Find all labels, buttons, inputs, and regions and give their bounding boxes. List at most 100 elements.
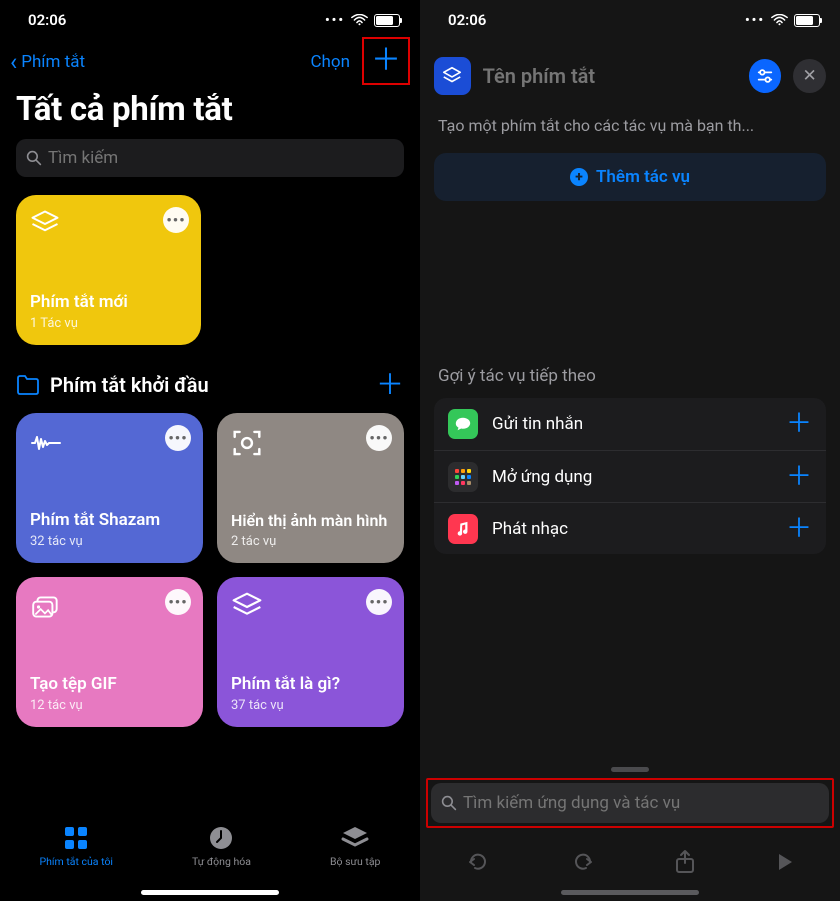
add-shortcut-button[interactable]: ＋ <box>371 46 401 76</box>
phone-left: 02:06 ••• ‹ Phím tắt Chọn ＋ Tất cả phím … <box>0 0 420 901</box>
screenshot-icon <box>231 427 263 459</box>
card-more-button[interactable]: ••• <box>366 589 392 615</box>
share-button[interactable] <box>674 849 696 875</box>
select-button[interactable]: Chọn <box>310 52 350 72</box>
tile-title: Tạo tệp GIF <box>30 674 189 694</box>
close-icon: ✕ <box>803 66 817 86</box>
bottom-sheet <box>420 761 840 901</box>
chevron-left-icon: ‹ <box>10 50 17 74</box>
suggestion-label: Gửi tin nhắn <box>492 414 772 434</box>
home-indicator[interactable] <box>561 890 699 895</box>
waveform-icon <box>30 427 62 459</box>
status-bar: 02:06 ••• <box>420 0 840 40</box>
tab-bar: Phím tắt của tôi Tự động hóa Bộ sưu tập <box>0 815 420 901</box>
shortcut-tile[interactable]: ••• Hiển thị ảnh màn hình 2 tác vụ <box>217 413 404 563</box>
run-button[interactable] <box>775 851 795 873</box>
suggestion-item[interactable]: Gửi tin nhắn ＋ <box>434 398 826 450</box>
action-search-input[interactable] <box>463 793 819 813</box>
more-dots-icon: ••• <box>325 13 345 28</box>
tile-title: Hiển thị ảnh màn hình <box>231 511 390 530</box>
editor-description: Tạo một phím tắt cho các tác vụ mà bạn t… <box>420 104 840 153</box>
editor-nav: ✕ <box>420 48 840 104</box>
card-more-button[interactable]: ••• <box>165 589 191 615</box>
tile-title: Phím tắt là gì? <box>231 674 390 694</box>
card-subtitle: 1 Tác vụ <box>30 316 187 331</box>
folder-header[interactable]: Phím tắt khởi đầu ＋ <box>16 371 404 399</box>
undo-button[interactable] <box>465 850 491 874</box>
tab-label: Phím tắt của tôi <box>40 855 113 868</box>
tile-subtitle: 2 tác vụ <box>231 534 390 549</box>
action-search-field[interactable] <box>431 783 829 823</box>
folder-add-button[interactable]: ＋ <box>376 371 404 399</box>
suggestions-title: Gợi ý tác vụ tiếp theo <box>420 366 840 398</box>
settings-button[interactable] <box>749 59 782 93</box>
stack-icon <box>340 825 370 851</box>
add-action-label: Thêm tác vụ <box>596 167 690 187</box>
shortcut-name-input[interactable] <box>483 64 737 88</box>
tile-subtitle: 37 tác vụ <box>231 698 390 713</box>
battery-icon <box>374 14 400 27</box>
card-more-button[interactable]: ••• <box>366 425 392 451</box>
suggestion-add-button[interactable]: ＋ <box>786 464 812 490</box>
editor-toolbar <box>420 834 840 890</box>
home-indicator[interactable] <box>141 890 279 895</box>
back-label: Phím tắt <box>21 52 85 72</box>
close-button[interactable]: ✕ <box>793 59 826 93</box>
shortcut-tile[interactable]: ••• Tạo tệp GIF 12 tác vụ <box>16 577 203 727</box>
tab-my-shortcuts[interactable]: Phím tắt của tôi <box>40 825 113 868</box>
shortcut-stack-icon <box>30 209 60 239</box>
grid-icon <box>61 825 91 851</box>
messages-icon <box>448 409 478 439</box>
back-button[interactable]: ‹ Phím tắt <box>10 50 85 74</box>
folder-icon <box>16 374 40 396</box>
music-icon <box>448 514 478 544</box>
clock-icon <box>206 825 236 851</box>
suggestion-add-button[interactable]: ＋ <box>786 411 812 437</box>
suggestion-add-button[interactable]: ＋ <box>786 516 812 542</box>
status-right: ••• <box>325 13 400 28</box>
card-title: Phím tắt mới <box>30 292 187 312</box>
suggestion-label: Mở ứng dụng <box>492 467 772 487</box>
apps-grid-icon <box>448 462 478 492</box>
search-input[interactable] <box>48 148 394 168</box>
wifi-icon <box>351 14 368 26</box>
plus-circle-icon: + <box>570 168 588 186</box>
suggestion-item[interactable]: Mở ứng dụng ＋ <box>434 450 826 502</box>
grabber-handle[interactable] <box>611 767 649 772</box>
shortcut-grid: ••• Phím tắt Shazam 32 tác vụ ••• Hiển t… <box>16 413 404 727</box>
shortcut-tile[interactable]: ••• Phím tắt là gì? 37 tác vụ <box>217 577 404 727</box>
tile-subtitle: 32 tác vụ <box>30 534 189 549</box>
tile-title: Phím tắt Shazam <box>30 510 189 530</box>
suggestion-label: Phát nhạc <box>492 519 772 539</box>
folder-label: Phím tắt khởi đầu <box>50 373 366 397</box>
shortcut-card-main[interactable]: ••• Phím tắt mới 1 Tác vụ <box>16 195 201 345</box>
nav-bar: ‹ Phím tắt Chọn ＋ <box>0 40 420 84</box>
phone-right: 02:06 ••• ✕ Tạo một phím tắt cho các tác… <box>420 0 840 901</box>
add-action-button[interactable]: + Thêm tác vụ <box>434 153 826 201</box>
tile-subtitle: 12 tác vụ <box>30 698 189 713</box>
tab-label: Tự động hóa <box>192 855 251 868</box>
page-title: Tất cả phím tắt <box>0 84 420 139</box>
status-right: ••• <box>745 13 820 28</box>
status-time: 02:06 <box>448 11 486 29</box>
redo-button[interactable] <box>570 850 596 874</box>
search-field[interactable] <box>16 139 404 177</box>
photos-stack-icon <box>30 591 62 623</box>
shortcut-tile[interactable]: ••• Phím tắt Shazam 32 tác vụ <box>16 413 203 563</box>
shortcut-stack-icon <box>231 591 263 623</box>
tab-automation[interactable]: Tự động hóa <box>192 825 251 868</box>
sliders-icon <box>756 67 774 85</box>
suggestion-item[interactable]: Phát nhạc ＋ <box>434 502 826 554</box>
suggestions-list: Gửi tin nhắn ＋ Mở ứng dụng ＋ Phát nhạc ＋ <box>434 398 826 554</box>
highlight-add: ＋ <box>362 37 410 85</box>
card-more-button[interactable]: ••• <box>165 425 191 451</box>
battery-icon <box>794 14 820 27</box>
card-more-button[interactable]: ••• <box>163 207 189 233</box>
highlight-search <box>426 778 834 828</box>
more-dots-icon: ••• <box>745 13 765 28</box>
search-icon <box>441 795 457 811</box>
tab-label: Bộ sưu tập <box>330 855 381 868</box>
search-icon <box>26 150 42 166</box>
tab-gallery[interactable]: Bộ sưu tập <box>330 825 381 868</box>
shortcut-app-icon <box>434 57 471 95</box>
